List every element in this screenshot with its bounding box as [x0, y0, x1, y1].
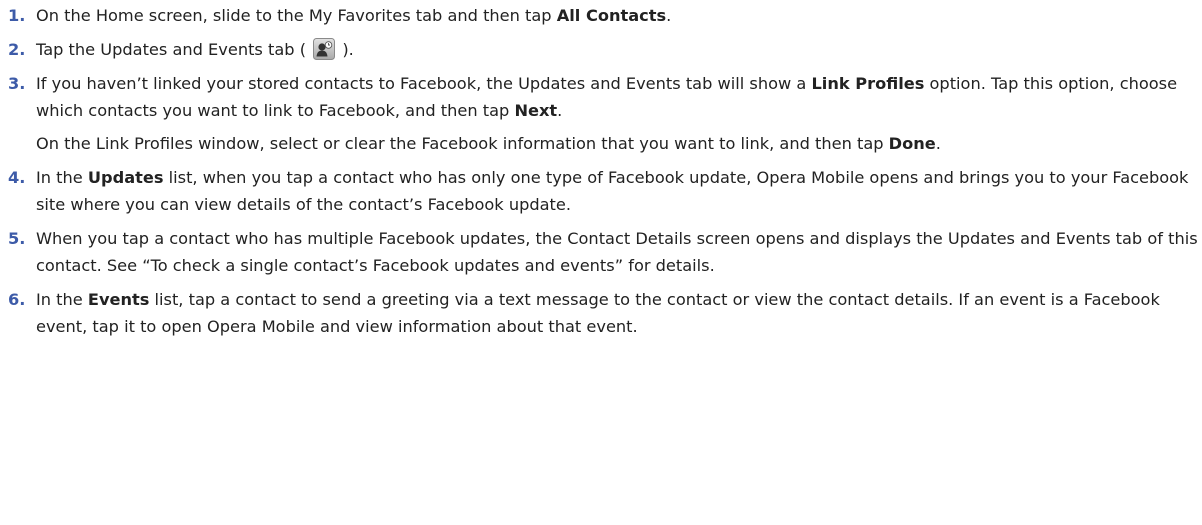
step-text: In the Events list, tap a contact to sen… — [36, 290, 1160, 336]
step-text: In the Updates list, when you tap a cont… — [36, 168, 1189, 214]
step-number: 2. — [8, 40, 26, 59]
bold-term: Next — [514, 101, 558, 120]
step-1: 1. On the Home screen, slide to the My F… — [0, 2, 1202, 29]
step-number: 3. — [8, 74, 26, 93]
step-6: 6. In the Events list, tap a contact to … — [0, 286, 1202, 340]
step-3: 3. If you haven’t linked your stored con… — [0, 70, 1202, 157]
step-subparagraph: On the Link Profiles window, select or c… — [36, 134, 941, 153]
step-text: When you tap a contact who has multiple … — [36, 229, 1198, 275]
bold-term: All Contacts — [556, 6, 667, 25]
bold-term: Link Profiles — [811, 74, 925, 93]
document-page: 1. On the Home screen, slide to the My F… — [0, 0, 1202, 525]
bold-term: Updates — [87, 168, 164, 187]
step-number: 1. — [8, 6, 26, 25]
instruction-steps-list: 1. On the Home screen, slide to the My F… — [0, 2, 1202, 340]
step-number: 4. — [8, 168, 26, 187]
step-2: 2. Tap the Updates and Events tab (). — [0, 36, 1202, 63]
step-number: 5. — [8, 229, 26, 248]
step-text: On the Home screen, slide to the My Favo… — [36, 6, 672, 25]
step-5: 5. When you tap a contact who has multip… — [0, 225, 1202, 279]
bold-term: Events — [87, 290, 150, 309]
step-text: Tap the Updates and Events tab (). — [36, 38, 354, 60]
updates-events-contact-icon — [313, 38, 336, 60]
step-number: 6. — [8, 290, 26, 309]
bold-term: Done — [888, 134, 936, 153]
step-text: If you haven’t linked your stored contac… — [36, 74, 1178, 120]
step-4: 4. In the Updates list, when you tap a c… — [0, 164, 1202, 218]
